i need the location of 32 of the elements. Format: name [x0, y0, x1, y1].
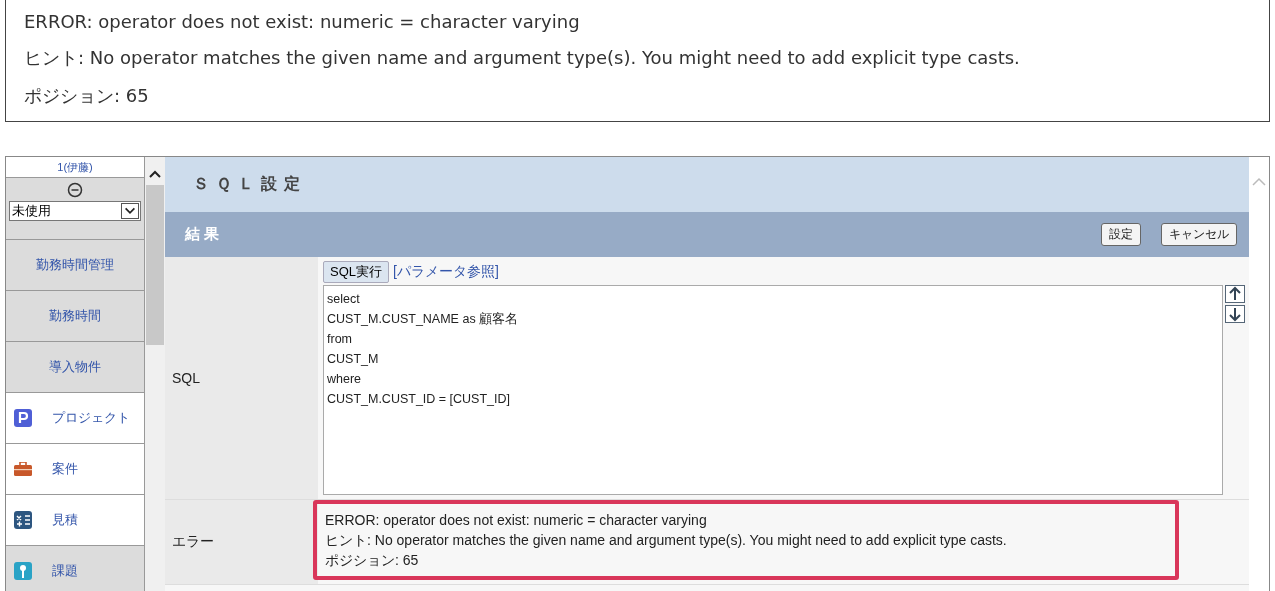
run-sql-button[interactable]: SQL実行 [323, 261, 389, 283]
sidebar-item[interactable]: 勤務時間管理 [6, 240, 144, 291]
sidebar-item[interactable]: 案件 [6, 444, 144, 495]
p-icon [14, 409, 32, 427]
sidebar-item[interactable]: 勤務時間 [6, 291, 144, 342]
status-select[interactable]: 未使用 [9, 201, 141, 221]
sql-editor[interactable]: select CUST_M.CUST_NAME as 顧客名 from CUST_M where CUST_M.CUST_ID = [CUST_ID] [323, 285, 1223, 495]
sidebar-item[interactable]: プロジェクト [6, 393, 144, 444]
sidebar-item[interactable]: 導入物件 [6, 342, 144, 393]
toolbar-button[interactable]: キャンセル [1161, 223, 1237, 246]
key-icon [14, 562, 32, 580]
parameter-link[interactable]: [パラメータ参照] [393, 263, 499, 281]
caret-icon[interactable] [121, 203, 139, 219]
error-text: ERROR: operator does not exist: numeric = character varying [24, 11, 581, 32]
error-text: ERROR: operator does not exist: numeric = character varying [325, 511, 708, 530]
page-title: ＳＱＬ設定 [165, 157, 1249, 212]
scrollbar-thumb[interactable] [146, 185, 164, 345]
toolbar-button[interactable]: 設定 [1101, 223, 1141, 246]
move-up-icon[interactable] [1225, 285, 1245, 303]
field-label: エラー [165, 500, 318, 584]
error-text: ポジション: 65 [24, 84, 150, 108]
error-text: ポジション: 65 [325, 551, 420, 570]
error-text: ヒント: No operator matches the given name and argument type(s). You might need to add explicit type casts. [325, 531, 1008, 550]
collapse-icon[interactable] [67, 182, 83, 198]
field-label: SQL [165, 257, 318, 499]
scroll-up-icon[interactable] [149, 169, 161, 179]
briefcase-icon [14, 462, 32, 476]
section-title: 結果 [185, 225, 224, 244]
sidebar-item[interactable]: 課題 [6, 546, 144, 591]
calculator-icon [14, 511, 32, 529]
error-text: ヒント: No operator matches the given name and argument type(s). You might need to add explicit type casts. [24, 46, 1021, 70]
move-down-icon[interactable] [1225, 305, 1245, 323]
